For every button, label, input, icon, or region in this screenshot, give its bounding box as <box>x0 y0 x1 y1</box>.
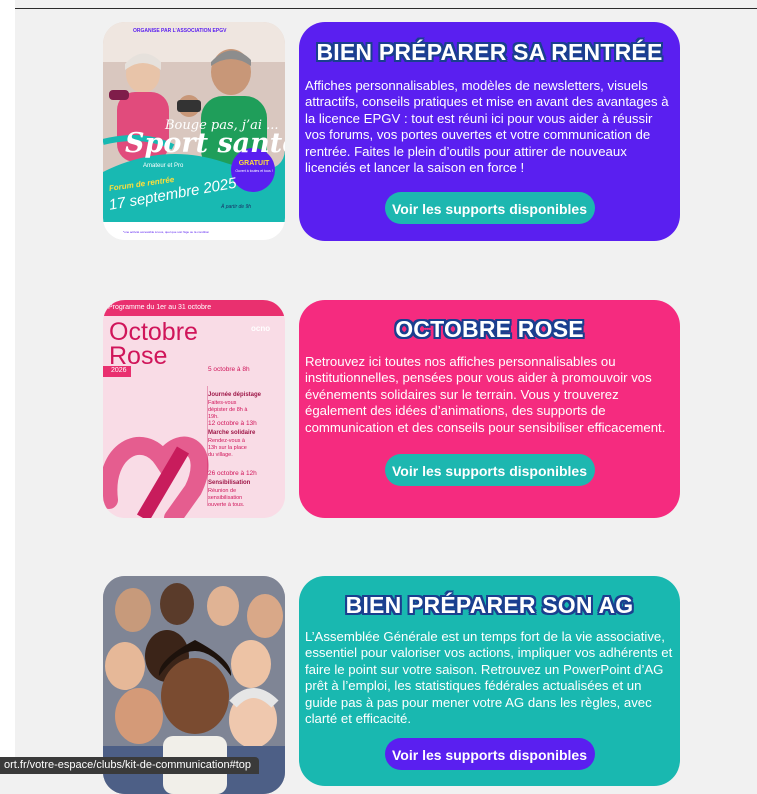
poster-footnote: *une activité accessible à tous, quel qu… <box>123 230 210 234</box>
rentree-poster-thumbnail[interactable]: ORGANISÉ PAR L’ASSOCIATION EPGV Bouge pa… <box>103 22 285 240</box>
octobre-rose-supports-button[interactable]: Voir les supports disponibles <box>384 454 595 487</box>
event-3-date: 26 octobre à 12h <box>208 470 257 477</box>
ag-card: BIEN PRÉPARER SON AG L’Assemblée Général… <box>299 576 680 786</box>
poster-time: À partir de 9h <box>221 204 252 210</box>
top-divider <box>15 8 757 9</box>
poster-kicker: ORGANISÉ PAR L’ASSOCIATION EPGV <box>133 28 227 34</box>
event-2-date: 12 octobre à 13h <box>208 420 257 427</box>
event-3-desc: Réunion de sensibilisation ouverte à tou… <box>208 488 245 508</box>
left-margin <box>0 0 15 774</box>
octobre-banner: Programme du 1er au 31 octobre <box>108 304 212 311</box>
poster-badge-sub: Ouvert à toutes et tous ! <box>235 169 273 173</box>
rentree-supports-button[interactable]: Voir les supports disponibles <box>384 192 595 225</box>
rentree-description: Affiches personnalisables, modèles de ne… <box>305 78 669 176</box>
event-3-name: Sensibilisation <box>208 480 251 486</box>
poster-headline: Sport santé <box>125 128 285 159</box>
event-1-desc: Faites-vous dépister de 8h à 19h. <box>208 400 248 420</box>
rentree-title: BIEN PRÉPARER SA RENTRÉE <box>316 39 663 65</box>
ag-description: L’Assemblée Générale est un temps fort d… <box>305 629 673 727</box>
octobre-logo: ocno <box>251 324 271 333</box>
ag-title: BIEN PRÉPARER SON AG <box>345 592 634 618</box>
event-1-name: Journée dépistage <box>208 392 262 398</box>
ag-supports-button[interactable]: Voir les supports disponibles <box>384 738 595 771</box>
poster-badge: GRATUIT <box>238 160 270 167</box>
octobre-year: 2026 <box>111 367 127 374</box>
event-2-name: Marche solidaire <box>208 430 256 436</box>
octobre-rose-description: Retrouvez ici toutes nos affiches person… <box>305 354 666 435</box>
octobre-rose-title: OCTOBRE ROSE <box>395 316 584 342</box>
octobre-rose-card: OCTOBRE ROSE Retrouvez ici toutes nos af… <box>299 300 680 518</box>
rentree-card: BIEN PRÉPARER SA RENTRÉE Affiches person… <box>299 22 680 241</box>
poster-sub: Amateur et Pro <box>143 163 184 169</box>
event-1-date: 5 octobre à 8h <box>208 366 250 373</box>
octobre-rose-poster-thumbnail[interactable]: Programme du 1er au 31 octobre ocno Octo… <box>103 300 285 518</box>
status-bar-url: ort.fr/votre-espace/clubs/kit-de-communi… <box>0 757 259 774</box>
event-2-desc: Rendez-vous à 13h sur la place du villag… <box>208 438 247 458</box>
